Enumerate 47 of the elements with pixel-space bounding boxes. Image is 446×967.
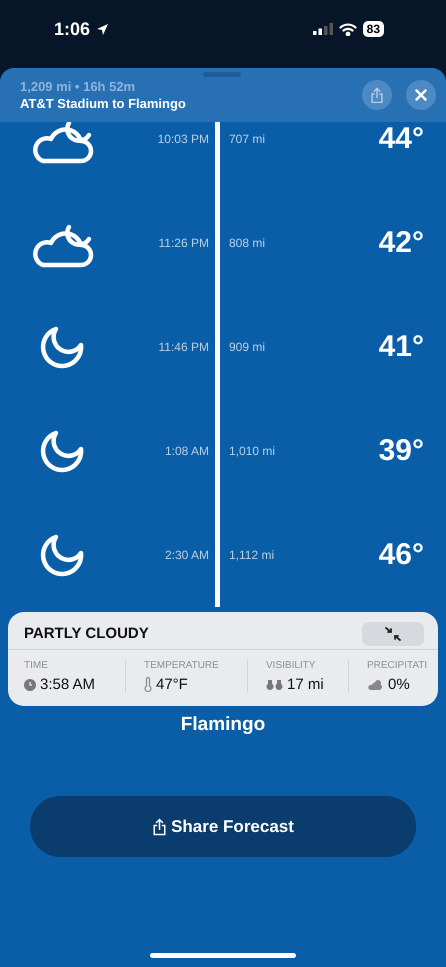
time-label: 11:46 PM — [158, 340, 209, 354]
thermometer-icon — [144, 677, 152, 692]
temperature-label: 44° — [378, 122, 424, 156]
close-button[interactable] — [406, 80, 436, 110]
temperature-label: 42° — [378, 226, 424, 260]
time-label: 10:03 PM — [158, 132, 209, 146]
signal-icon — [312, 23, 333, 35]
condition-title: PARTLY CLOUDY — [24, 625, 149, 642]
trip-summary: 1,209 mi • 16h 52m — [20, 79, 136, 94]
wifi-icon — [338, 22, 357, 36]
close-icon — [415, 89, 427, 101]
collapse-button[interactable] — [362, 622, 424, 646]
moon-icon — [40, 532, 86, 578]
clock-icon — [24, 678, 36, 690]
stat-label: TEMPERATURE — [144, 660, 220, 671]
share-forecast-button[interactable]: Share Forecast — [30, 796, 416, 857]
collapse-icon — [385, 626, 401, 640]
moon-icon — [40, 428, 86, 474]
distance-label: 1,010 mi — [228, 444, 276, 458]
moon-icon — [40, 324, 86, 370]
battery-level: 83 — [362, 21, 384, 37]
stat-value: 17 mi — [287, 676, 324, 693]
distance-label: 909 mi — [228, 340, 266, 354]
stat-label: TIME — [24, 660, 49, 671]
temperature-label: 41° — [378, 330, 424, 364]
distance-label: 808 mi — [228, 236, 266, 250]
time-label: 1:08 AM — [164, 444, 209, 458]
stat-value: 0% — [388, 676, 410, 693]
time-label: 11:26 PM — [158, 236, 209, 250]
cloud-sun-icon — [367, 678, 384, 690]
share-icon — [152, 818, 168, 836]
destination-name: Flamingo — [180, 714, 266, 736]
distance-label: 707 mi — [228, 132, 266, 146]
route-title: AT&T Stadium to Flamingo — [20, 96, 186, 111]
time-label: 2:30 AM — [164, 548, 209, 562]
share-icon — [370, 86, 384, 104]
stat-value: 47°F — [156, 676, 188, 693]
temperature-label: 39° — [378, 434, 424, 468]
stat-label: VISIBILITY — [266, 660, 316, 671]
distance-label: 1,112 mi — [228, 548, 274, 562]
status-time: 1:06 — [54, 18, 90, 40]
temperature-label: 46° — [378, 538, 424, 572]
location-arrow-icon — [96, 22, 110, 36]
stat-label: PRECIPITATI — [367, 660, 428, 671]
share-button[interactable] — [362, 80, 392, 110]
binoculars-icon — [266, 679, 283, 690]
stat-value: 3:58 AM — [40, 676, 96, 693]
